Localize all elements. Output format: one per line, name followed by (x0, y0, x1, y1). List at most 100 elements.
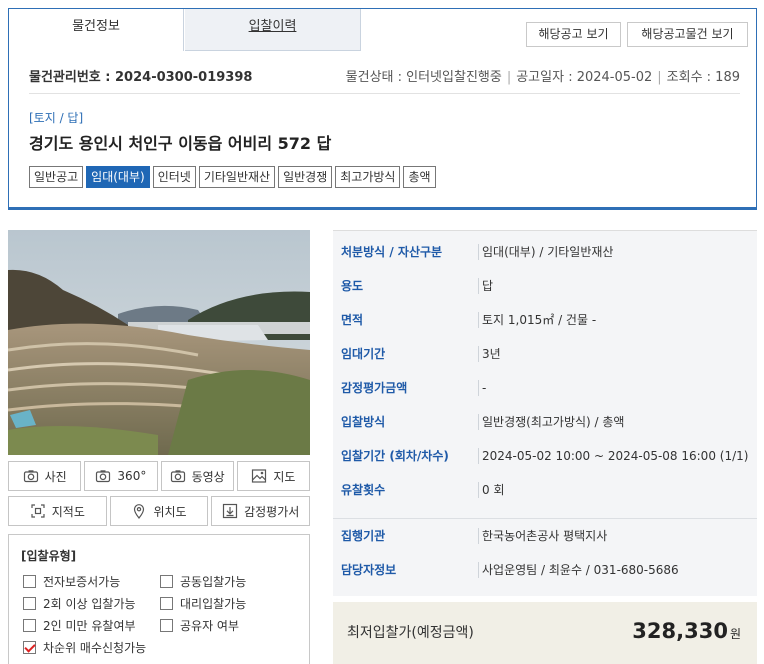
detail-table: 처분방식 / 자산구분 임대(대부) / 기타일반재산 용도 답 면적 토지 1,01… (333, 230, 757, 596)
item-meta-row: 물건관리번호 : 2024-0300-019398 물건상태 : 인터넷입찰진행… (29, 66, 740, 94)
detail-value: 0 회 (478, 482, 505, 498)
minimum-bid-price-box: 최저입찰가(예정금액) 328,330 원 (333, 602, 757, 664)
checkbox-box[interactable] (23, 597, 36, 610)
cadastral-map-button-label: 지적도 (51, 504, 85, 519)
tag-total-amount: 총액 (403, 166, 436, 188)
detail-row: 감정평가금액 - (333, 371, 757, 405)
detail-label: 담당자정보 (341, 563, 397, 577)
location-pin-icon (134, 504, 145, 519)
map-icon (252, 469, 267, 483)
detail-row: 입찰기간 (회차/차수) 2024-05-02 10:00 ~ 2024-05-0… (333, 439, 757, 473)
property-photo-image (8, 230, 310, 455)
detail-label: 면적 (341, 313, 364, 327)
bid-type-panel: [입찰유형] 전자보증서가능 공동입찰가능 2회 이상 입찰가능 대리입찰가능 … (8, 534, 310, 664)
detail-value: 답 (478, 278, 493, 294)
checkbox-box[interactable] (160, 597, 173, 610)
minimum-bid-price-value: 328,330 (632, 619, 728, 643)
detail-row: 담당자정보 사업운영팀 / 최윤수 / 031-680-5686 (333, 553, 757, 587)
map-button[interactable]: 지도 (236, 461, 310, 491)
tag-lease: 임대(대부) (86, 166, 150, 188)
detail-label: 감정평가금액 (341, 381, 408, 395)
detail-value: 3년 (478, 346, 501, 362)
checkbox-label: 공동입찰가능 (180, 575, 247, 589)
checkbox-label: 전자보증서가능 (43, 575, 121, 589)
detail-value: 일반경쟁(최고가방식) / 총액 (478, 414, 624, 430)
checkbox-multiple-bid[interactable]: 2회 이상 입찰가능 (23, 595, 136, 612)
property-photo[interactable] (8, 230, 310, 455)
appraisal-report-button[interactable]: 감정평가서 (211, 496, 311, 526)
detail-label: 임대기간 (341, 347, 386, 361)
detail-row: 유찰횟수 0 회 (333, 473, 757, 507)
video-button[interactable]: 동영상 (160, 461, 234, 491)
tag-general-notice: 일반공고 (29, 166, 84, 188)
view-notice-button[interactable]: 해당공고 보기 (526, 22, 621, 47)
checkbox-box[interactable] (160, 619, 173, 632)
tab-item-info[interactable]: 물건정보 (9, 9, 184, 51)
checkbox-co-owner[interactable]: 공유자 여부 (160, 617, 239, 634)
checkbox-label: 차순위 매수신청가능 (43, 641, 147, 655)
detail-row: 임대기간 3년 (333, 337, 757, 371)
detail-value: 임대(대부) / 기타일반재산 (478, 244, 613, 260)
cadastral-map-icon (31, 504, 45, 518)
detail-row: 면적 토지 1,015㎡ / 건물 - (333, 303, 757, 337)
detail-row: 집행기관 한국농어촌공사 평택지사 (333, 519, 757, 553)
checkbox-label: 2인 미만 유찰여부 (43, 619, 136, 633)
checkbox-label: 대리입찰가능 (180, 597, 247, 611)
detail-label: 유찰횟수 (341, 483, 386, 497)
view-360-button-label: 360° (117, 469, 147, 483)
view-notice-items-button[interactable]: 해당공고물건 보기 (627, 22, 748, 47)
photo-button-label: 사진 (44, 469, 67, 484)
video-button-label: 동영상 (191, 469, 225, 484)
item-category: [토지 / 답] (29, 111, 84, 125)
detail-label: 처분방식 / 자산구분 (341, 245, 443, 259)
detail-row: 입찰방식 일반경쟁(최고가방식) / 총액 (333, 405, 757, 439)
detail-row: 처분방식 / 자산구분 임대(대부) / 기타일반재산 (333, 235, 757, 269)
location-map-button[interactable]: 위치도 (109, 496, 209, 526)
camera-360-icon (96, 470, 111, 483)
appraisal-report-button-label: 감정평가서 (244, 504, 300, 519)
checkbox-label: 공유자 여부 (180, 619, 240, 633)
checkbox-proxy-bid[interactable]: 대리입찰가능 (160, 595, 246, 612)
view-count: 조회수 : 189 (666, 70, 740, 85)
tag-other-general-property: 기타일반재산 (198, 166, 276, 188)
checkbox-joint-bid[interactable]: 공동입찰가능 (160, 573, 246, 590)
checkbox-second-bidder-purchase[interactable]: 차순위 매수신청가능 (23, 639, 146, 656)
location-map-button-label: 위치도 (153, 504, 187, 519)
detail-label: 입찰방식 (341, 415, 386, 429)
meta-separator: | (506, 70, 512, 85)
photo-button[interactable]: 사진 (8, 461, 82, 491)
item-header-panel: 물건정보 입찰이력 해당공고 보기 해당공고물건 보기 물건관리번호 : 202… (8, 8, 757, 210)
minimum-bid-price: 328,330 원 (632, 619, 741, 643)
detail-value: 한국농어촌공사 평택지사 (478, 528, 607, 544)
tag-internet: 인터넷 (152, 166, 196, 188)
checkbox-box-checked[interactable] (23, 641, 36, 654)
item-status: 물건상태 : 인터넷입찰진행중 (345, 70, 502, 85)
meta-separator: | (657, 70, 662, 85)
tab-bar: 물건정보 입찰이력 (9, 9, 361, 51)
minimum-bid-price-unit: 원 (729, 627, 741, 641)
checkbox-electronic-guarantee[interactable]: 전자보증서가능 (23, 573, 120, 590)
tag-list: 일반공고 임대(대부) 인터넷 기타일반재산 일반경쟁 최고가방식 총액 (29, 166, 436, 188)
checkbox-under-two-bidders[interactable]: 2인 미만 유찰여부 (23, 617, 136, 634)
detail-value: - (478, 380, 486, 396)
item-meta: 물건상태 : 인터넷입찰진행중 | 공고일자 : 2024-05-02 | 조회수 : … (346, 66, 740, 85)
tag-highest-price: 최고가방식 (335, 166, 401, 188)
checkbox-box[interactable] (23, 575, 36, 588)
tab-bid-history[interactable]: 입찰이력 (185, 9, 361, 51)
checkbox-box[interactable] (23, 619, 36, 632)
management-number: 물건관리번호 : 2024-0300-019398 (29, 70, 253, 85)
download-icon (222, 503, 238, 519)
detail-value: 사업운영팀 / 최윤수 / 031-680-5686 (478, 562, 679, 578)
tag-general-competition: 일반경쟁 (278, 166, 333, 188)
item-address: 경기도 용인시 처인구 이동읍 어비리 572 답 (29, 134, 332, 153)
map-button-label: 지도 (273, 469, 296, 484)
view-360-button[interactable]: 360° (84, 461, 158, 491)
checkbox-box[interactable] (160, 575, 173, 588)
detail-value: 2024-05-02 10:00 ~ 2024-05-08 16:00 (1/1… (478, 448, 748, 464)
bid-type-title: [입찰유형] (21, 549, 77, 563)
cadastral-map-button[interactable]: 지적도 (8, 496, 107, 526)
detail-label: 입찰기간 (회차/차수) (341, 449, 449, 463)
detail-label: 용도 (341, 279, 364, 293)
notice-date: 공고일자 : 2024-05-02 (516, 70, 653, 85)
detail-label: 집행기관 (341, 529, 386, 543)
